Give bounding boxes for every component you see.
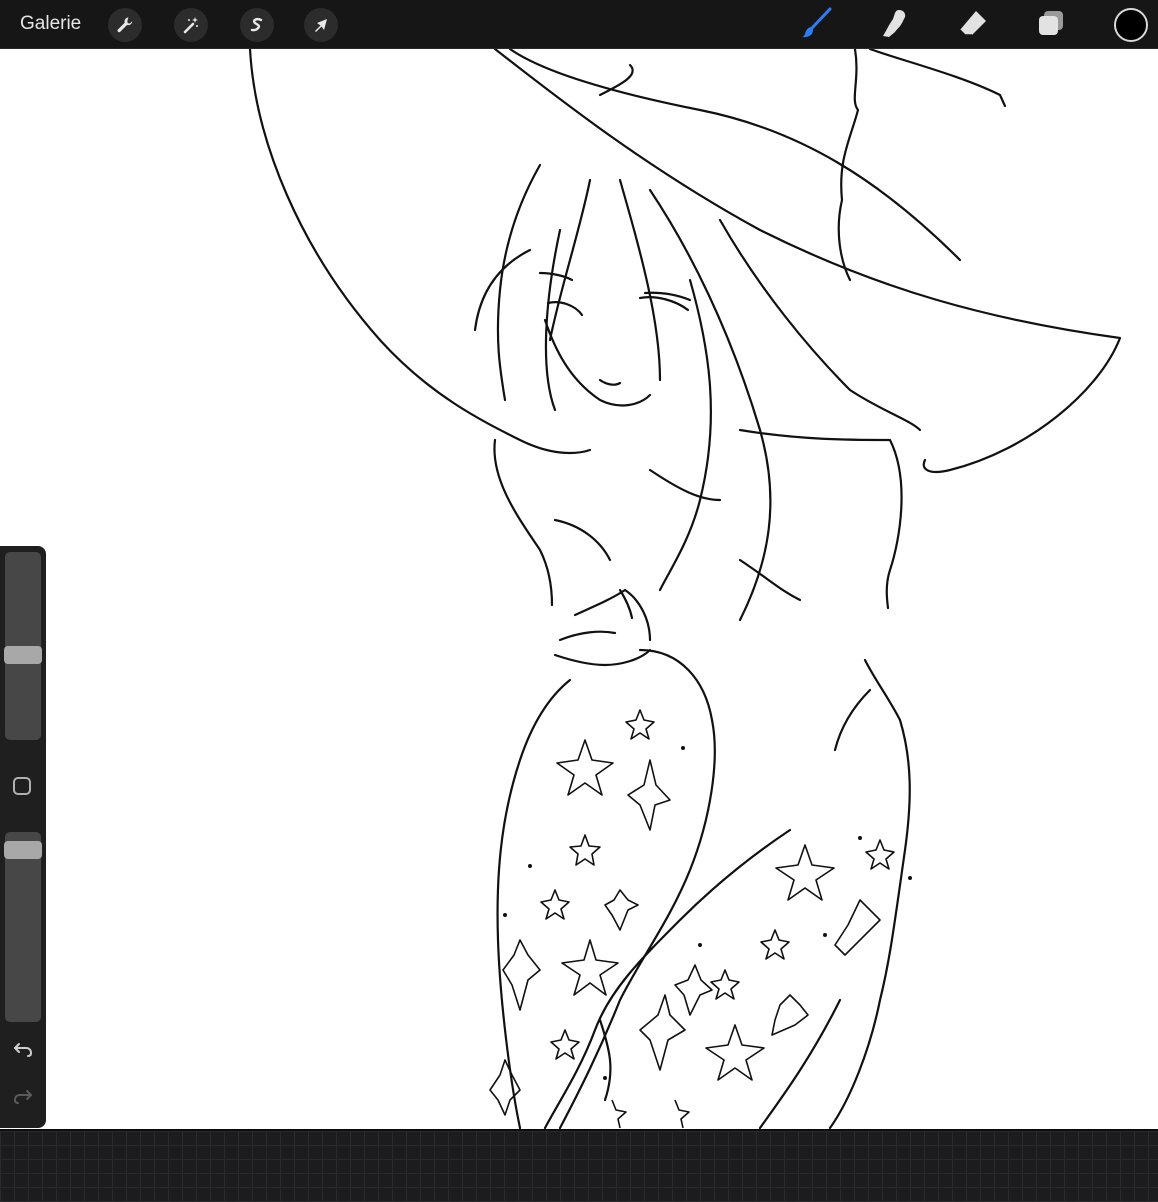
bottom-grid-panel: [0, 1129, 1158, 1202]
undo-button[interactable]: [9, 1037, 37, 1065]
smudge-tool-button[interactable]: [878, 8, 912, 42]
actions-button[interactable]: [108, 8, 142, 42]
selection-icon: [247, 15, 267, 35]
modify-button[interactable]: [13, 777, 31, 795]
layers-button[interactable]: [1034, 8, 1068, 42]
opacity-slider[interactable]: [5, 832, 41, 1022]
eraser-icon: [957, 7, 989, 44]
brush-icon: [800, 6, 834, 45]
drawing-canvas[interactable]: [0, 49, 1158, 1129]
transform-button[interactable]: [304, 8, 338, 42]
color-picker-swatch[interactable]: [1114, 8, 1148, 42]
redo-icon: [12, 1085, 34, 1112]
brush-size-thumb[interactable]: [4, 645, 42, 664]
smudge-icon: [879, 7, 911, 44]
layers-icon: [1036, 8, 1066, 43]
brush-sidebar: [0, 546, 46, 1128]
line-art-drawing: [248, 49, 1122, 1129]
eraser-tool-button[interactable]: [956, 8, 990, 42]
selection-button[interactable]: [240, 8, 274, 42]
adjustments-button[interactable]: [174, 8, 208, 42]
arrow-cursor-icon: [311, 15, 331, 35]
wrench-icon: [115, 15, 135, 35]
paint-tool-button[interactable]: [800, 6, 834, 45]
gallery-button[interactable]: Galerie: [20, 12, 81, 36]
magic-wand-icon: [181, 15, 201, 35]
redo-button[interactable]: [9, 1084, 37, 1112]
opacity-thumb[interactable]: [4, 840, 42, 859]
undo-icon: [12, 1038, 34, 1065]
top-toolbar: Galerie: [0, 0, 1158, 49]
